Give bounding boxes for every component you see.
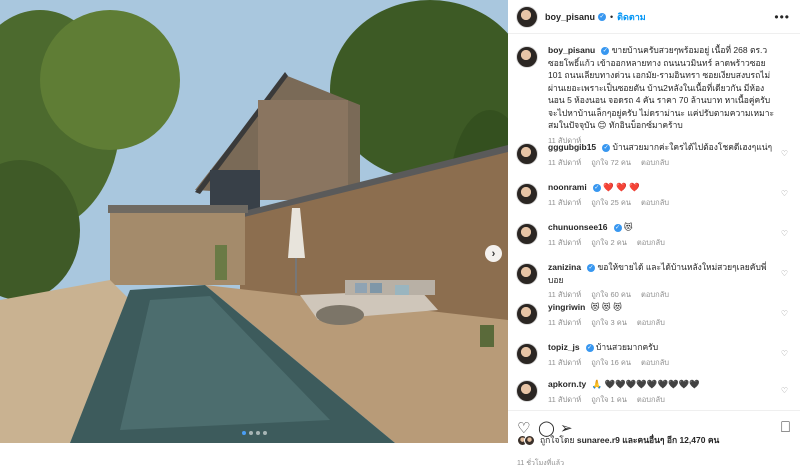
- post-image[interactable]: ›: [0, 0, 508, 443]
- reply-button[interactable]: ตอบกลับ: [637, 318, 665, 327]
- post-timestamp: 11 ชั่วโมงที่แล้ว: [517, 460, 565, 467]
- comment-time[interactable]: 11 สัปดาห์: [548, 318, 581, 327]
- heart-icon[interactable]: ♡: [781, 189, 788, 198]
- heart-icon[interactable]: ♡: [781, 386, 788, 395]
- post-header: boy_pisanu ✓ • ติดตาม •••: [508, 0, 800, 34]
- comment-row: apkorn.ty 🙏 🖤🖤🖤🖤🖤🖤🖤🖤🖤 11 สัปดาห์ ถูกใจ 1 …: [516, 378, 792, 406]
- comment-likes[interactable]: ถูกใจ 2 คน: [591, 238, 627, 247]
- reply-button[interactable]: ตอบกลับ: [641, 358, 669, 367]
- author-avatar[interactable]: [516, 5, 538, 28]
- heart-icon[interactable]: ♡: [781, 309, 788, 318]
- comment-row: yingriwin 😻 😻 😻 11 สัปดาห์ ถูกใจ 3 คน ตอบก…: [516, 301, 792, 329]
- commenter-avatar[interactable]: [516, 343, 538, 365]
- reply-button[interactable]: ตอบกลับ: [637, 238, 665, 247]
- comment-time[interactable]: 11 สัปดาห์: [548, 238, 581, 247]
- commenter-avatar[interactable]: [516, 143, 538, 165]
- comment-time[interactable]: 11 สัปดาห์: [548, 158, 581, 167]
- comment-likes[interactable]: ถูกใจ 16 คน: [591, 358, 631, 367]
- commenter-username[interactable]: chunuonsee16: [548, 222, 608, 232]
- comment-likes[interactable]: ถูกใจ 1 คน: [591, 395, 627, 404]
- liked-username[interactable]: sunaree.r9: [577, 435, 620, 445]
- caption-row: boy_pisanu ✓ ขายบ้านครับสวยๆพร้อมอยู่ เนื…: [516, 44, 792, 147]
- verified-badge-icon: ✓: [587, 263, 596, 272]
- follow-button[interactable]: ติดตาม: [617, 10, 646, 24]
- heart-icon[interactable]: ♡: [781, 229, 788, 238]
- comment-row: topiz_js ✓ บ้านสวยมากครับ 11 สัปดาห์ ถูกใจ…: [516, 341, 792, 369]
- comment-row: gggubgib15 ✓ บ้านสวยมากค่ะใครได้ไปต้องโชค…: [516, 141, 792, 169]
- commenter-avatar[interactable]: [516, 263, 538, 285]
- verified-badge-icon: ✓: [601, 46, 610, 55]
- commenter-username[interactable]: yingriwin: [548, 302, 585, 312]
- commenter-avatar[interactable]: [516, 303, 538, 325]
- comment-text: ❤️ ❤️ ❤️: [603, 182, 640, 192]
- verified-badge-icon: ✓: [602, 143, 611, 152]
- reply-button[interactable]: ตอบกลับ: [637, 395, 665, 404]
- comment-text: 😻: [623, 222, 633, 232]
- comment-likes[interactable]: ถูกใจ 72 คน: [591, 158, 631, 167]
- commenter-username[interactable]: topiz_js: [548, 342, 580, 352]
- more-options-icon[interactable]: •••: [774, 10, 790, 24]
- author-username[interactable]: boy_pisanu: [545, 12, 595, 22]
- liked-prefix: ถูกใจโดย: [540, 435, 575, 445]
- comment-row: chunuonsee16 ✓ 😻 11 สัปดาห์ ถูกใจ 2 คน ตอบก…: [516, 221, 792, 249]
- commenter-username[interactable]: gggubgib15: [548, 142, 596, 152]
- commenter-username[interactable]: noonrami: [548, 182, 587, 192]
- commenter-avatar[interactable]: [516, 223, 538, 245]
- commenter-avatar[interactable]: [516, 183, 538, 205]
- carousel-dot: [248, 431, 253, 435]
- comment-time[interactable]: 11 สัปดาห์: [548, 290, 581, 299]
- heart-icon[interactable]: ♡: [781, 149, 788, 158]
- author-avatar[interactable]: [516, 46, 538, 68]
- liked-count[interactable]: และคนอื่นๆ อีก 12,470 คน: [622, 433, 719, 447]
- carousel-dot: [241, 431, 246, 435]
- comment-text: 🙏 🖤🖤🖤🖤🖤🖤🖤🖤🖤: [591, 379, 700, 389]
- post-sidebar: boy_pisanu ✓ • ติดตาม ••• boy_pisanu ✓ ขา…: [508, 0, 800, 475]
- commenter-username[interactable]: zanizina: [548, 262, 581, 272]
- comment-row: noonrami ✓ ❤️ ❤️ ❤️ 11 สัปดาห์ ถูกใจ 25 คน…: [516, 181, 792, 209]
- carousel-indicator: [0, 431, 508, 435]
- caption-username[interactable]: boy_pisanu: [548, 45, 595, 55]
- commenter-username[interactable]: apkorn.ty: [548, 379, 586, 389]
- liker-avatar: [524, 434, 535, 446]
- reply-button[interactable]: ตอบกลับ: [641, 290, 669, 299]
- caption-text: ขายบ้านครับสวยๆพร้อมอยู่ เนื้อที่ 268 ตร…: [548, 45, 775, 130]
- reply-button[interactable]: ตอบกลับ: [641, 198, 669, 207]
- house-pool-photo: [0, 0, 508, 443]
- liked-by: ถูกใจโดย sunaree.r9 และคนอื่นๆ อีก 12,47…: [517, 433, 719, 447]
- comment-likes[interactable]: ถูกใจ 60 คน: [591, 290, 631, 299]
- separator-dot: •: [610, 11, 614, 22]
- next-arrow-icon[interactable]: ›: [485, 245, 502, 262]
- comment-time[interactable]: 11 สัปดาห์: [548, 395, 581, 404]
- comment-likes[interactable]: ถูกใจ 3 คน: [591, 318, 627, 327]
- comment-text: 😻 😻 😻: [590, 302, 622, 312]
- commenter-avatar[interactable]: [516, 380, 538, 402]
- comment-row: zanizina ✓ ขอให้ขายได้ และได้บ้านหลังใหม่…: [516, 261, 792, 302]
- comment-likes[interactable]: ถูกใจ 25 คน: [591, 198, 631, 207]
- carousel-dot: [262, 431, 267, 435]
- verified-badge-icon: ✓: [592, 183, 601, 192]
- verified-badge-icon: ✓: [598, 12, 607, 21]
- comment-text: บ้านสวยมากค่ะใครได้ไปต้องโชคดีเฮงๆแน่ๆ: [612, 142, 773, 152]
- comment-text: บ้านสวยมากครับ: [596, 342, 659, 352]
- heart-icon[interactable]: ♡: [781, 269, 788, 278]
- verified-badge-icon: ✓: [585, 343, 594, 352]
- comments-list[interactable]: boy_pisanu ✓ ขายบ้านครับสวยๆพร้อมอยู่ เนื…: [508, 38, 800, 410]
- comment-time[interactable]: 11 สัปดาห์: [548, 358, 581, 367]
- comment-time[interactable]: 11 สัปดาห์: [548, 198, 581, 207]
- carousel-dot: [255, 431, 260, 435]
- verified-badge-icon: ✓: [613, 223, 622, 232]
- reply-button[interactable]: ตอบกลับ: [641, 158, 669, 167]
- heart-icon[interactable]: ♡: [781, 349, 788, 358]
- bookmark-icon[interactable]: ⎕: [781, 419, 790, 436]
